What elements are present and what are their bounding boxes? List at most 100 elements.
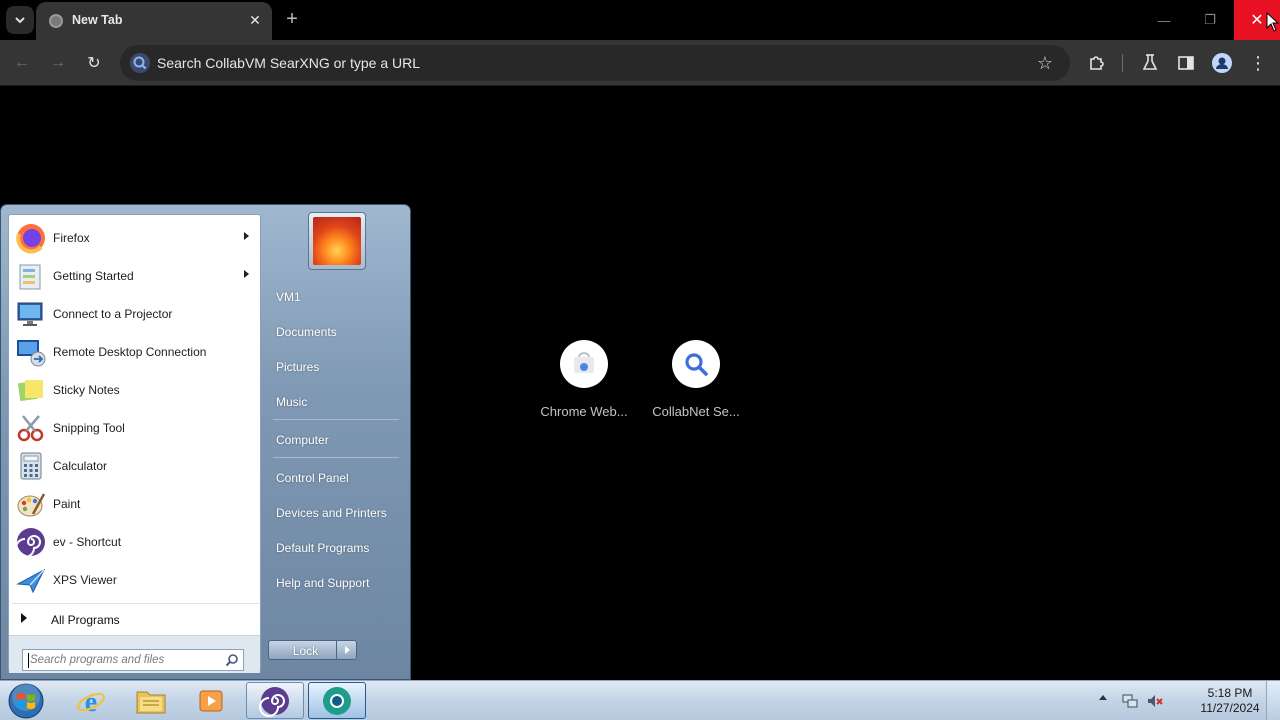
- start-menu-separator: [273, 419, 399, 420]
- start-item-label: Pictures: [276, 360, 320, 374]
- restore-button[interactable]: ❐: [1187, 0, 1233, 40]
- program-firefox[interactable]: Firefox: [11, 219, 259, 257]
- tab-new-tab[interactable]: New Tab ✕: [36, 2, 272, 40]
- program-sticky-notes[interactable]: Sticky Notes: [11, 371, 259, 409]
- minimize-button[interactable]: —: [1141, 0, 1187, 40]
- program-snipping-tool[interactable]: Snipping Tool: [11, 409, 259, 447]
- shortcut-chrome-web-store[interactable]: Chrome Web...: [529, 340, 639, 419]
- taskbar-chrome[interactable]: [308, 682, 366, 719]
- program-remote-desktop[interactable]: Remote Desktop Connection: [11, 333, 259, 371]
- program-label: Getting Started: [53, 269, 134, 283]
- start-item-label: Devices and Printers: [276, 506, 387, 520]
- program-label: Snipping Tool: [53, 421, 125, 435]
- start-item-computer[interactable]: Computer: [268, 425, 404, 455]
- shutdown-options-button[interactable]: [336, 640, 357, 660]
- address-bar-placeholder: Search CollabVM SearXNG or type a URL: [157, 55, 420, 71]
- lock-button[interactable]: Lock: [268, 640, 343, 660]
- show-hidden-icons-arrow-icon[interactable]: [1099, 695, 1107, 700]
- search-icon: [225, 654, 238, 667]
- start-menu: Firefox Getting Started Connect to a Pro…: [0, 204, 411, 680]
- svg-text:e: e: [85, 687, 97, 716]
- labs-button[interactable]: [1139, 52, 1161, 74]
- shortcut-tile: [672, 340, 720, 388]
- chrome-menu-button[interactable]: ⋮: [1247, 52, 1269, 74]
- forward-button[interactable]: →: [46, 51, 70, 75]
- start-item-control-panel[interactable]: Control Panel: [268, 463, 404, 493]
- all-programs-button[interactable]: All Programs: [11, 603, 259, 633]
- search-placeholder: Search programs and files: [30, 654, 165, 666]
- folder-icon: [136, 691, 166, 713]
- start-item-label: Default Programs: [276, 541, 370, 555]
- tab-search-button[interactable]: [6, 6, 34, 34]
- program-xps-viewer[interactable]: XPS Viewer: [11, 561, 259, 599]
- user-account-picture[interactable]: [308, 212, 366, 270]
- start-button[interactable]: [6, 682, 46, 720]
- chrome-web-store-icon: [574, 352, 594, 373]
- program-ev-shortcut[interactable]: ev - Shortcut: [11, 523, 259, 561]
- start-item-music[interactable]: Music: [268, 387, 404, 417]
- program-calculator[interactable]: Calculator: [11, 447, 259, 485]
- toolbar-separator: [1122, 54, 1123, 72]
- shortcut-tile: [560, 340, 608, 388]
- address-bar[interactable]: Search CollabVM SearXNG or type a URL ☆: [120, 45, 1070, 81]
- firefox-icon: [16, 224, 45, 254]
- taskbar-windows-explorer[interactable]: [122, 682, 180, 719]
- taskbar: e 5:18 PM 11/27/2024: [0, 680, 1280, 720]
- program-connect-to-projector[interactable]: Connect to a Projector: [11, 295, 259, 333]
- taskbar-clock[interactable]: 5:18 PM 11/27/2024: [1190, 686, 1270, 716]
- taskbar-media-player[interactable]: [182, 682, 240, 719]
- taskbar-ev[interactable]: [246, 682, 304, 719]
- new-tab-button[interactable]: +: [282, 9, 302, 29]
- reload-button[interactable]: ↻: [82, 51, 106, 75]
- sticky-notes-icon: [17, 380, 43, 402]
- profile-button[interactable]: [1211, 52, 1233, 74]
- program-paint[interactable]: Paint: [11, 485, 259, 523]
- mouse-pointer-icon: [1266, 12, 1280, 32]
- program-label: Paint: [53, 497, 81, 511]
- bookmark-star-icon[interactable]: ☆: [1034, 52, 1056, 74]
- shortcut-label: CollabNet Se...: [652, 404, 740, 419]
- puzzle-icon: [1090, 56, 1104, 70]
- media-player-icon: [199, 690, 223, 711]
- program-label: Sticky Notes: [53, 383, 120, 397]
- program-getting-started[interactable]: Getting Started: [11, 257, 259, 295]
- getting-started-icon: [19, 264, 41, 290]
- taskbar-internet-explorer[interactable]: e: [62, 682, 120, 719]
- start-item-pictures[interactable]: Pictures: [268, 352, 404, 382]
- projector-icon: [17, 302, 43, 326]
- side-panel-icon: [1178, 56, 1194, 70]
- volume-muted-icon[interactable]: [1146, 692, 1164, 710]
- snipping-tool-icon: [17, 415, 44, 442]
- show-desktop-button[interactable]: [1266, 681, 1280, 720]
- start-item-help-and-support[interactable]: Help and Support: [268, 568, 404, 598]
- extensions-button[interactable]: [1086, 52, 1108, 74]
- text-caret: [28, 653, 29, 668]
- back-button[interactable]: ←: [10, 51, 34, 75]
- windows-logo-icon: [8, 683, 44, 719]
- start-item-default-programs[interactable]: Default Programs: [268, 533, 404, 563]
- avatar-icon: [1212, 53, 1232, 73]
- start-search-input[interactable]: Search programs and files: [22, 649, 244, 671]
- start-menu-programs-pane: Firefox Getting Started Connect to a Pro…: [8, 214, 261, 673]
- shortcut-collabnet-search[interactable]: CollabNet Se...: [641, 340, 751, 419]
- side-panel-button[interactable]: [1175, 52, 1197, 74]
- start-item-vm1[interactable]: VM1: [268, 282, 404, 312]
- program-label: Remote Desktop Connection: [53, 345, 207, 359]
- program-label: XPS Viewer: [53, 573, 117, 587]
- chrome-icon: [323, 686, 351, 715]
- start-item-documents[interactable]: Documents: [268, 317, 404, 347]
- all-programs-label: All Programs: [51, 613, 120, 627]
- start-item-devices-and-printers[interactable]: Devices and Printers: [268, 498, 404, 528]
- flower-picture: [313, 217, 361, 265]
- right-arrow-icon: [345, 646, 350, 654]
- tab-close-icon[interactable]: ✕: [246, 11, 264, 29]
- start-menu-separator: [273, 457, 399, 458]
- calculator-icon: [20, 452, 42, 480]
- network-icon[interactable]: [1121, 692, 1139, 710]
- program-label: Connect to a Projector: [53, 307, 173, 321]
- globe-icon: [49, 14, 63, 28]
- tab-strip: New Tab ✕ + — ❐ ✕: [0, 0, 1280, 40]
- clock-date: 11/27/2024: [1200, 701, 1260, 715]
- submenu-arrow-icon: [244, 232, 249, 240]
- start-item-label: Documents: [276, 325, 337, 339]
